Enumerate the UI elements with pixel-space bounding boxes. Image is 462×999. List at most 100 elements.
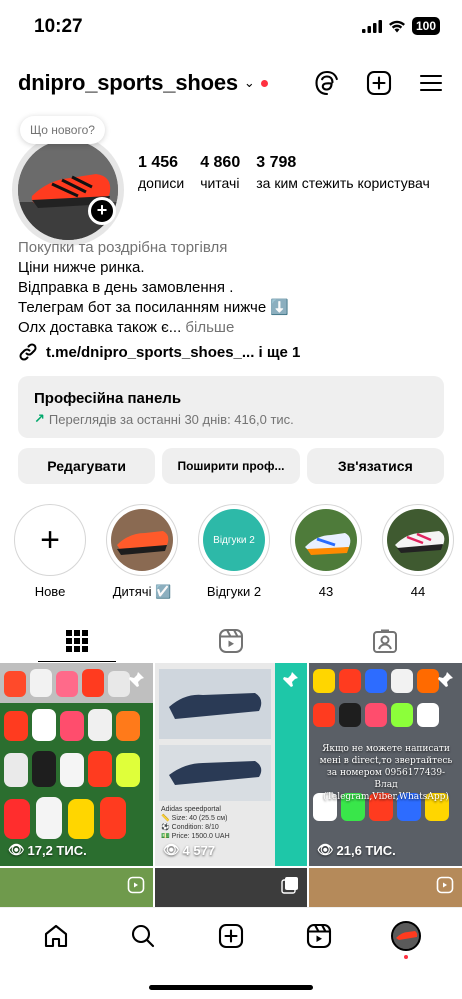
highlight-44[interactable]: 44	[382, 504, 454, 600]
bio-line: Телеграм бот за посиланням нижче ⬇️	[18, 299, 290, 316]
grid-post[interactable]: 👁 17,2 ТИС.	[0, 663, 153, 866]
bio-line-last: Олх доставка також є... більше	[18, 318, 444, 338]
stat-following[interactable]: 3 798 за ким стежить користувач	[256, 154, 430, 191]
create-icon	[218, 923, 244, 949]
profile-actions: Редагувати Поширити проф... Зв'язатися	[18, 448, 444, 484]
post-overlay-text: Якщо не можете написати мені в direct,то…	[319, 744, 453, 802]
highlight-43[interactable]: 43	[290, 504, 362, 600]
pin-icon	[283, 672, 298, 687]
grid-post[interactable]: Якщо не можете написати мені в direct,то…	[309, 663, 462, 866]
stat-following-count: 3 798	[256, 154, 297, 171]
highlight-ring	[106, 504, 178, 576]
highlight-reviews[interactable]: Відгуки 2 Відгуки 2	[198, 504, 270, 600]
view-count-text: 17,2 ТИС.	[27, 842, 87, 858]
post-view-count: 👁 21,6 ТИС.	[317, 842, 396, 858]
multi-photo-icon	[281, 877, 298, 894]
wifi-icon	[388, 20, 405, 32]
stat-followers-count: 4 860	[200, 154, 241, 171]
note-bubble[interactable]: Що нового?	[20, 116, 105, 144]
caption-line: 💵 Price: 1500.0 UAH	[161, 833, 230, 840]
stat-posts[interactable]: 1 456 дописи	[138, 154, 184, 191]
header-icons	[314, 66, 444, 100]
posts-grid: 👁 17,2 ТИС. Adidas speedportal 📏 Size: 4…	[0, 663, 462, 907]
story-highlights: + Нове Дитячі ☑️ Відгуки 2 Відгуки 2 43 …	[14, 504, 454, 600]
create-post-icon[interactable]	[366, 70, 392, 96]
threads-icon[interactable]	[314, 70, 340, 96]
shoe-image	[295, 509, 357, 571]
notification-dot	[260, 79, 268, 87]
status-time: 10:27	[34, 16, 83, 37]
view-count-text: 4 577	[182, 842, 216, 858]
nav-home[interactable]	[36, 920, 76, 952]
menu-icon[interactable]	[418, 70, 444, 96]
grid-icon	[66, 630, 88, 652]
grid-post[interactable]	[155, 868, 307, 907]
bio-link-text: t.me/dnipro_sports_shoes_... і ще 1	[46, 343, 301, 361]
highlight-cover	[295, 509, 357, 571]
pin-icon	[129, 672, 144, 687]
chevron-down-icon[interactable]: ⌄	[244, 75, 255, 91]
highlight-new[interactable]: + Нове	[14, 504, 86, 600]
share-profile-button[interactable]: Поширити проф...	[162, 448, 300, 484]
nav-reels[interactable]	[299, 920, 339, 952]
highlight-cover-text: Відгуки 2	[213, 534, 255, 546]
stat-followers[interactable]: 4 860 читачі	[200, 154, 240, 191]
username[interactable]: dnipro_sports_shoes	[18, 70, 238, 96]
eye-icon: 👁	[317, 842, 334, 857]
highlight-label: 44	[410, 584, 426, 599]
bio-line: Ціни нижче ринка.	[18, 259, 145, 276]
plus-icon: +	[14, 504, 86, 576]
nav-search[interactable]	[123, 920, 163, 952]
add-story-button[interactable]: +	[88, 197, 116, 225]
highlight-kids[interactable]: Дитячі ☑️	[106, 504, 178, 600]
home-indicator	[149, 985, 313, 990]
post-caption: Adidas speedportal 📏 Size: 40 (25.5 см) …	[161, 805, 271, 841]
shoe-image	[387, 509, 449, 571]
bio-link[interactable]: t.me/dnipro_sports_shoes_... і ще 1	[18, 342, 300, 362]
reels-icon	[219, 629, 243, 653]
grid-post[interactable]	[0, 868, 153, 907]
nav-items	[0, 920, 462, 959]
highlight-label: Дитячі ☑️	[112, 584, 172, 599]
reels-icon	[436, 876, 454, 894]
grid-post[interactable]	[309, 868, 462, 907]
tab-posts[interactable]	[0, 620, 154, 662]
avatar[interactable]	[18, 140, 118, 240]
caption-line: ⚽️ Condition: 8/10	[161, 824, 219, 831]
bio-line: Олх доставка також є...	[18, 319, 182, 336]
battery-indicator: 100	[411, 17, 440, 35]
search-icon	[132, 924, 155, 948]
nav-create[interactable]	[211, 920, 251, 952]
highlight-cover	[111, 509, 173, 571]
highlight-ring	[290, 504, 362, 576]
highlight-label: Нове	[34, 584, 66, 599]
post-image-shoes-rows	[0, 663, 153, 866]
edit-profile-button[interactable]: Редагувати	[18, 448, 156, 484]
link-icon	[19, 343, 37, 361]
caption-line: 📏 Size: 40 (25.5 см)	[161, 815, 228, 822]
nav-profile[interactable]	[386, 920, 426, 959]
bio-more-link[interactable]: більше	[185, 319, 234, 336]
shoe-image	[111, 509, 173, 571]
signal-icon	[361, 19, 382, 33]
trend-up-icon: ↗	[34, 411, 45, 426]
status-bar: 10:27 100	[0, 0, 462, 52]
pro-panel-title: Професійна панель	[34, 390, 182, 407]
grid-post[interactable]: Adidas speedportal 📏 Size: 40 (25.5 см) …	[155, 663, 307, 866]
eye-icon: 👁	[163, 842, 180, 857]
profile-tabs	[0, 620, 462, 662]
contact-button[interactable]: Зв'язатися	[306, 448, 444, 484]
avatar-shoe-image	[393, 923, 420, 949]
avatar-shoe-image	[18, 140, 118, 240]
view-count-text: 21,6 ТИС.	[336, 842, 396, 858]
notification-dot	[404, 955, 409, 959]
highlight-ring: Відгуки 2	[198, 504, 270, 576]
reels-icon	[306, 923, 331, 949]
tab-tagged[interactable]	[308, 620, 462, 662]
professional-dashboard[interactable]: Професійна панель ↗ Переглядів за останн…	[18, 376, 444, 438]
tab-reels[interactable]	[154, 620, 308, 662]
post-view-count: 👁 4 577	[163, 842, 215, 858]
stat-posts-count: 1 456	[138, 154, 179, 171]
stat-posts-label: дописи	[138, 175, 185, 191]
pro-panel-stat: Переглядів за останні 30 днів: 416,0 тис…	[48, 411, 294, 427]
